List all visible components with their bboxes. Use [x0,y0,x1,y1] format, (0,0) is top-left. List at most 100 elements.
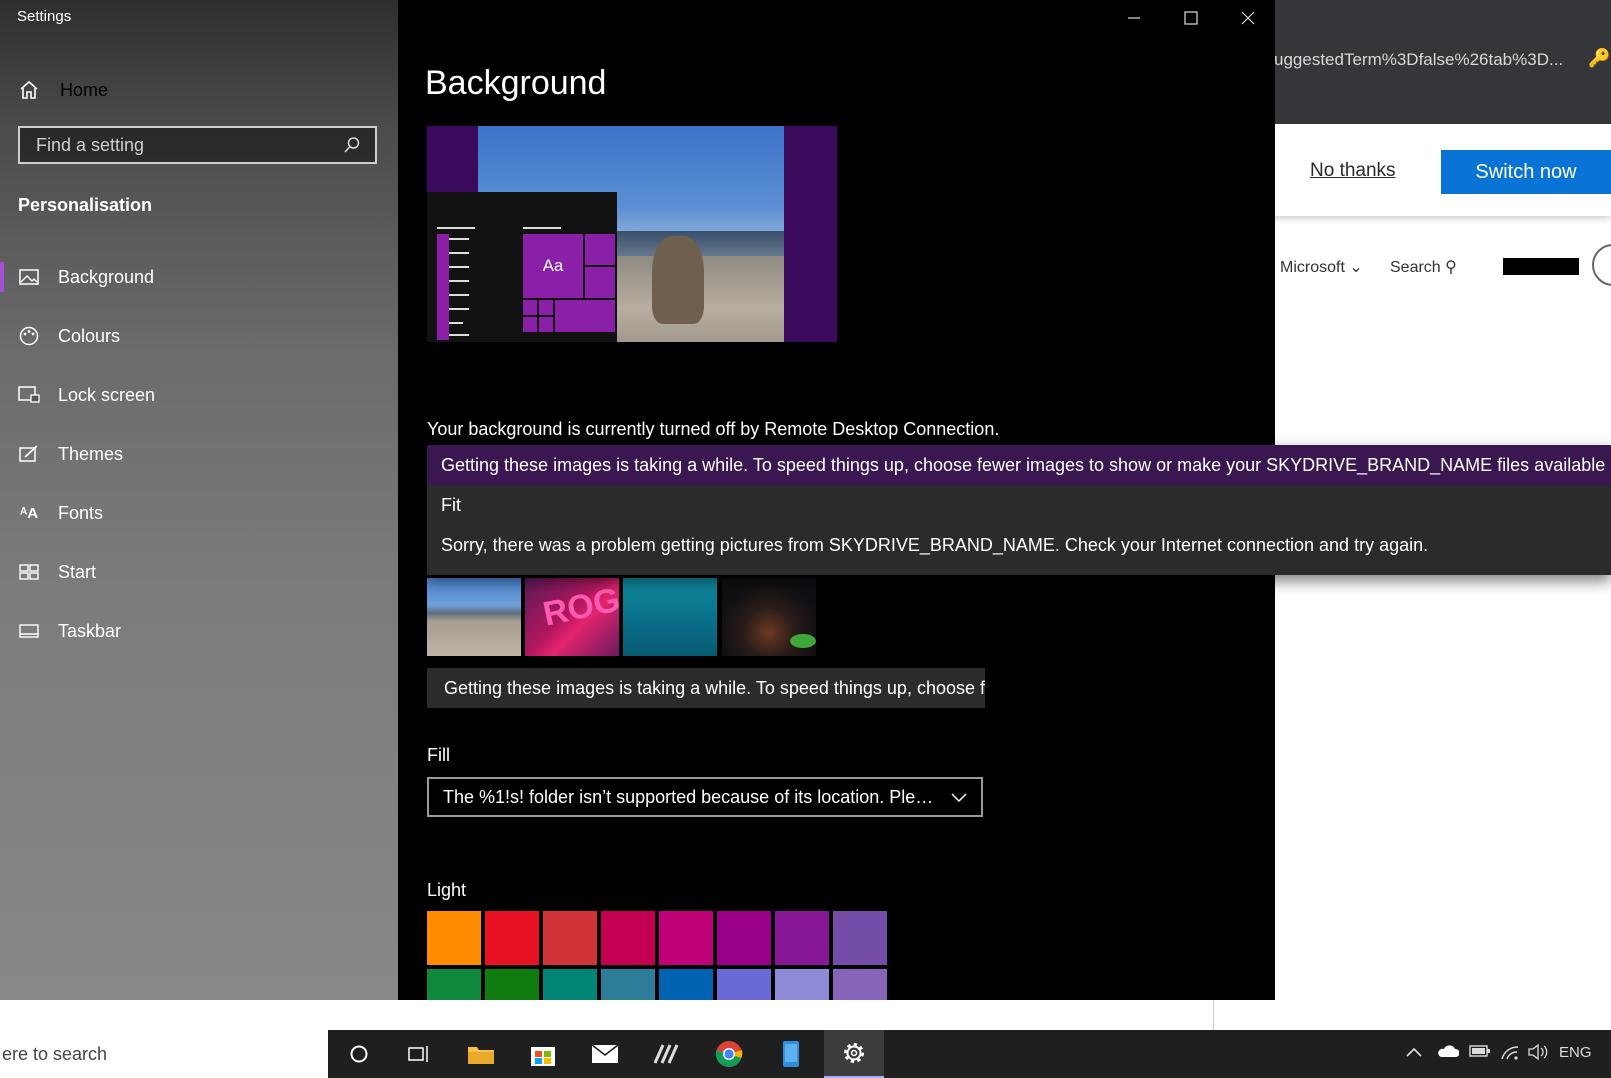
section-heading: Personalisation [18,195,153,215]
dropdown-option[interactable]: Sorry, there was a problem getting pictu… [427,525,1611,565]
app-button[interactable] [638,1030,696,1078]
mail-icon [591,1044,619,1063]
language-indicator[interactable]: ENG [1559,1044,1592,1061]
chevron-down-icon: ⌄ [1349,259,1363,276]
preview-tile [539,317,553,332]
active-indicator [0,262,4,292]
settings-search[interactable] [18,126,377,164]
minimize-button[interactable] [1107,4,1161,32]
chrome-icon [715,1041,743,1068]
browse-button[interactable]: Getting these images is taking a while. … [427,668,985,708]
taskbar-icon [18,624,40,638]
page-title: Background [425,64,607,102]
search-icon: ⚲ [1445,259,1457,276]
key-icon[interactable]: 🔑 [1588,48,1610,69]
colour-swatch[interactable] [427,969,481,1000]
sidebar-item-start[interactable]: Start [18,557,96,587]
dropdown-option[interactable]: Fit [427,485,1611,525]
store-icon [531,1047,555,1066]
redacted-block [1503,258,1579,275]
colour-swatch[interactable] [543,911,597,965]
maximize-button[interactable] [1164,4,1218,32]
colour-swatch[interactable] [543,969,597,1000]
phone-app-button[interactable] [762,1030,820,1078]
chrome-button[interactable] [700,1030,758,1078]
sidebar-item-themes[interactable]: Themes [18,439,123,469]
colour-swatch[interactable] [659,969,713,1000]
colour-swatch[interactable] [485,911,539,965]
store-button[interactable] [514,1030,572,1078]
colour-swatch[interactable] [833,911,887,965]
colour-swatch[interactable] [601,911,655,965]
sidebar-item-label: Taskbar [58,620,122,641]
preview-line [437,227,475,229]
thumb-rog-text: ROG [539,580,619,634]
microsoft-menu[interactable]: Microsoft ⌄ [1280,257,1363,277]
colour-swatch[interactable] [485,969,539,1000]
recent-image-underwater[interactable] [623,578,717,656]
colour-swatch[interactable] [775,969,829,1000]
thumb-tent [790,634,816,648]
preview-tile [585,234,615,265]
battery-icon[interactable] [1469,1044,1491,1062]
preview-tile [555,300,615,332]
colour-swatch[interactable] [659,911,713,965]
site-search-link[interactable]: Search ⚲ [1390,257,1457,277]
taskbar-search-text: ere to search [2,1043,108,1064]
palette-icon [18,326,40,346]
divider [1213,1000,1214,1030]
sidebar-item-label: Fonts [58,502,104,523]
sidebar-item-colours[interactable]: Colours [18,321,120,351]
dropdown-option[interactable]: Getting these images is taking a while. … [427,445,1611,485]
fit-select[interactable]: The %1!s! folder isn’t supported because… [427,777,983,817]
preview-tile [523,317,537,332]
phone-icon [783,1041,799,1067]
fit-select-value: The %1!s! folder isn’t supported because… [443,786,943,807]
sidebar-item-taskbar[interactable]: Taskbar [18,616,121,646]
colour-swatch[interactable] [427,911,481,965]
sidebar-item-background[interactable]: Background [18,262,154,292]
address-bar-text[interactable]: uggestedTerm%3Dfalse%26tab%3D... [1274,50,1563,70]
colour-swatch[interactable] [833,969,887,1000]
nav-home[interactable]: Home [18,76,108,104]
sidebar-item-lock-screen[interactable]: Lock screen [18,380,155,410]
window-title: Settings [17,8,72,25]
mail-button[interactable] [576,1030,634,1078]
preview-line [449,322,463,324]
sidebar-item-label: Lock screen [58,384,156,405]
maximize-icon [1184,11,1198,25]
colour-swatch[interactable] [717,911,771,965]
onedrive-icon[interactable] [1437,1044,1460,1062]
preview-tile-large: Aa [523,234,583,298]
volume-icon[interactable] [1527,1043,1549,1064]
wifi-icon[interactable] [1500,1044,1520,1064]
close-button[interactable] [1221,4,1275,32]
switch-now-button[interactable]: Switch now [1441,150,1611,194]
cortana-icon [350,1045,368,1063]
search-input[interactable] [34,133,338,157]
fonts-icon: ᴬA [19,504,39,522]
colour-swatch[interactable] [775,911,829,965]
file-explorer-button[interactable] [452,1030,510,1078]
search-icon [344,137,360,153]
show-hidden-icons-button[interactable] [1406,1044,1422,1061]
sidebar-item-fonts[interactable]: ᴬA Fonts [18,498,103,528]
settings-taskbar-button[interactable] [824,1030,884,1078]
task-view-button[interactable] [390,1030,448,1078]
preview-line [449,308,469,310]
recent-image-rog[interactable]: ROG [525,578,619,656]
site-search-label: Search [1390,259,1441,276]
stripes-icon [653,1044,679,1064]
colour-swatch[interactable] [717,969,771,1000]
taskbar-search[interactable]: ere to search [0,1030,328,1078]
preview-tile [539,300,553,315]
colour-swatch[interactable] [601,969,655,1000]
picture-icon [18,269,40,285]
home-icon [20,80,38,99]
picture-fit-dropdown-list: Getting these images is taking a while. … [427,445,1611,575]
preview-line [449,252,469,254]
no-thanks-link[interactable]: No thanks [1310,160,1396,182]
cortana-button[interactable] [330,1030,388,1078]
recent-image-beach-dog[interactable] [427,578,521,656]
microsoft-menu-label: Microsoft [1280,259,1345,276]
